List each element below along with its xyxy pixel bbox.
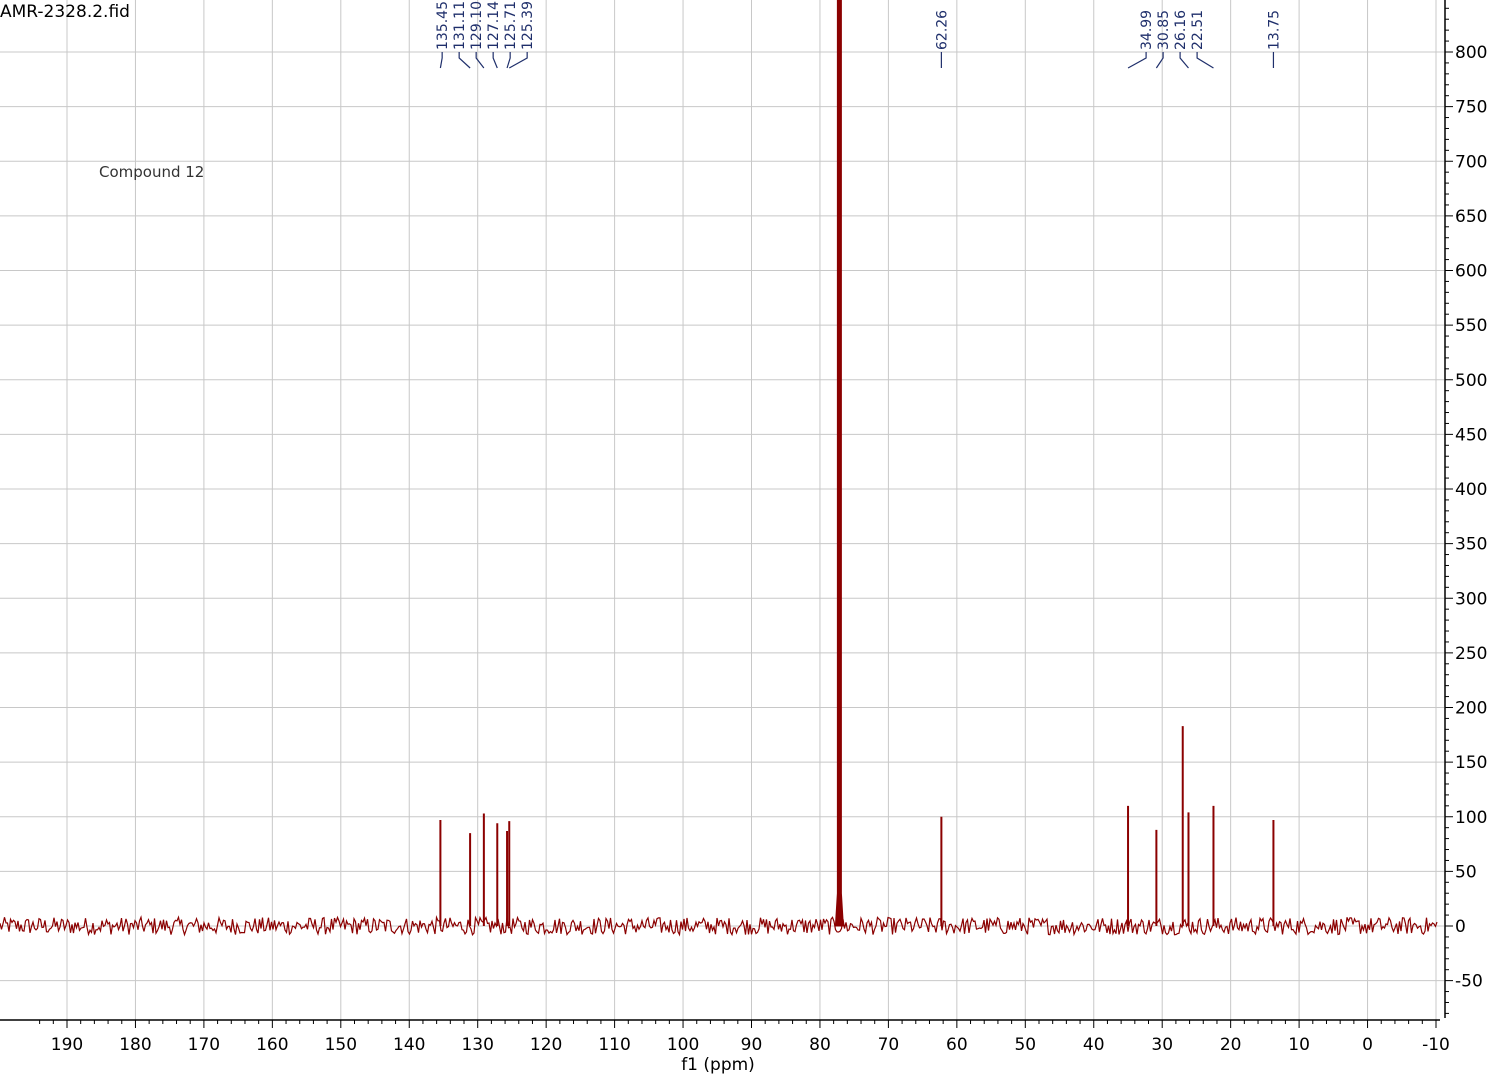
- peak-leader: [1179, 52, 1189, 69]
- y-tick-label: 0: [1455, 917, 1466, 937]
- x-tick-label: 110: [598, 1035, 630, 1055]
- y-tick-label: 800: [1455, 43, 1487, 63]
- y-tick-label: 300: [1455, 589, 1487, 609]
- x-tick-label: 170: [188, 1035, 220, 1055]
- y-tick-label: 250: [1455, 644, 1487, 664]
- grid-lines: [0, 0, 1444, 1020]
- x-tick-label: 160: [256, 1035, 288, 1055]
- axes: 190 180 170 160 150 140 130 120 110 100 90 80 70 60 50…: [0, 0, 1487, 1055]
- x-axis-label: f1 (ppm): [681, 1055, 755, 1075]
- x-tick-label: 10: [1288, 1035, 1310, 1055]
- peak-leader: [1127, 52, 1147, 69]
- y-tick-label: 550: [1455, 316, 1487, 336]
- x-tick-label: 60: [946, 1035, 968, 1055]
- peak-leader: [492, 52, 498, 69]
- compound-annotation: Compound 12: [99, 163, 204, 181]
- y-tick-label: 100: [1455, 808, 1487, 828]
- peak-label: 127.14: [486, 1, 502, 50]
- peak-leader: [1196, 52, 1214, 69]
- peak-label: 129.10: [469, 1, 485, 50]
- x-tick-label: 20: [1220, 1035, 1242, 1055]
- peak-leader: [439, 52, 443, 69]
- nmr-spectrum-chart: 190 180 170 160 150 140 130 120 110 100 90 80 70 60 50…: [0, 0, 1487, 1075]
- peak-labels: 135.45 131.11 129.10 127.14 125.71 125.39 62.2…: [435, 1, 1282, 69]
- x-tick-label: 140: [393, 1035, 425, 1055]
- y-tick-label: 200: [1455, 699, 1487, 719]
- y-tick-label: 400: [1455, 480, 1487, 500]
- y-tick-label: 600: [1455, 262, 1487, 282]
- y-tick-label: -50: [1455, 972, 1483, 992]
- peak-label: 13.75: [1266, 10, 1282, 50]
- x-tick-label: 30: [1151, 1035, 1173, 1055]
- peak-label: 22.51: [1190, 10, 1206, 50]
- peak-leader: [506, 52, 511, 69]
- y-tick-label: 700: [1455, 152, 1487, 172]
- peak-leader: [458, 52, 471, 69]
- peak-label: 131.11: [452, 1, 468, 50]
- y-tick-label: 450: [1455, 425, 1487, 445]
- x-tick-label: 40: [1083, 1035, 1105, 1055]
- peak-label: 125.71: [503, 1, 519, 50]
- y-tick-label: 150: [1455, 753, 1487, 773]
- y-tick-label: 50: [1455, 862, 1477, 882]
- peak-label: 30.85: [1156, 10, 1172, 50]
- file-title: AMR-2328.2.fid: [0, 2, 130, 22]
- x-tick-label: 50: [1014, 1035, 1036, 1055]
- spectrum-trace: [0, 0, 1438, 937]
- peak-label: 62.26: [934, 10, 950, 50]
- x-tick-label: -10: [1422, 1035, 1450, 1055]
- spectrum-peak: [834, 0, 844, 927]
- peak-label: 135.45: [435, 1, 451, 50]
- peak-label: 125.39: [520, 1, 536, 50]
- peak-label: 34.99: [1139, 10, 1155, 50]
- x-tick-label: 80: [809, 1035, 831, 1055]
- x-tick-label: 0: [1362, 1035, 1373, 1055]
- x-tick-label: 100: [667, 1035, 699, 1055]
- x-tick-label: 190: [51, 1035, 83, 1055]
- y-tick-label: 750: [1455, 98, 1487, 118]
- x-tick-label: 130: [461, 1035, 493, 1055]
- y-tick-label: 500: [1455, 371, 1487, 391]
- x-tick-label: 120: [530, 1035, 562, 1055]
- x-tick-label: 150: [325, 1035, 357, 1055]
- peak-leader: [508, 52, 528, 69]
- peak-label: 26.16: [1173, 10, 1189, 50]
- y-tick-label: 650: [1455, 207, 1487, 227]
- x-tick-label: 90: [741, 1035, 763, 1055]
- y-tick-label: 350: [1455, 535, 1487, 555]
- x-tick-label: 180: [119, 1035, 151, 1055]
- x-tick-label: 70: [878, 1035, 900, 1055]
